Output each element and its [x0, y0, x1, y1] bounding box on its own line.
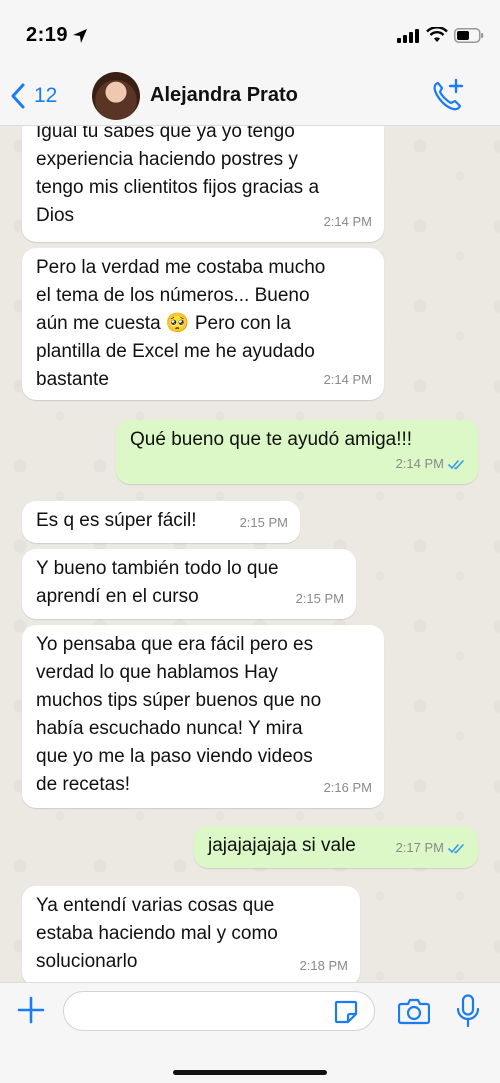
message-time: 2:16 PM [323, 780, 372, 795]
back-button[interactable]: 12 [10, 80, 57, 112]
message-text: Pero la verdad me costaba mucho el tema … [36, 257, 326, 390]
message-meta: 2:16 PM [324, 774, 372, 802]
message-time: 2:15 PM [239, 515, 288, 530]
message-bubble-outgoing[interactable]: jajajajajaja si vale 2:17 PM [194, 826, 478, 868]
message-meta: 2:14 PM [396, 450, 466, 478]
microphone-icon[interactable] [456, 994, 480, 1028]
double-check-icon [448, 459, 464, 469]
status-bar: 2:19 [0, 0, 500, 66]
signal-icon [397, 29, 419, 43]
contact-name[interactable]: Alejandra Prato [150, 84, 298, 107]
message-text: Yo pensaba que era fácil pero es verdad … [36, 634, 322, 795]
message-meta: 2:18 PM [300, 952, 348, 980]
unread-count: 12 [34, 84, 58, 107]
double-check-icon [448, 843, 464, 853]
message-bubble-incoming[interactable]: Y bueno también todo lo que aprendí en e… [22, 549, 356, 619]
message-meta: 2:17 PM [396, 834, 466, 862]
message-meta: 2:14 PM [324, 366, 372, 394]
add-call-icon[interactable] [430, 78, 466, 112]
message-bubble-outgoing[interactable]: Qué bueno que te ayudó amiga!!! 2:14 PM [116, 420, 478, 484]
message-text: Igual tu sabes que ya yo tengo experienc… [36, 126, 320, 226]
message-time: 2:14 PM [323, 372, 372, 387]
battery-icon [454, 28, 484, 43]
message-bubble-incoming[interactable]: Es q es súper fácil! 2:15 PM [22, 501, 300, 543]
camera-icon[interactable] [398, 997, 430, 1025]
chevron-left-icon [11, 83, 25, 109]
location-arrow-icon [73, 29, 87, 43]
wifi-icon [426, 27, 448, 42]
message-input[interactable] [63, 991, 375, 1031]
message-time: 2:14 PM [323, 214, 372, 229]
input-bar [0, 982, 500, 1083]
message-time: 2:14 PM [395, 456, 444, 471]
message-bubble-incoming[interactable]: Pero la verdad me costaba mucho el tema … [22, 248, 384, 400]
message-meta: 2:15 PM [240, 509, 288, 537]
message-time: 2:18 PM [299, 958, 348, 973]
message-bubble-incoming[interactable]: Yo pensaba que era fácil pero es verdad … [22, 625, 384, 808]
avatar[interactable] [92, 72, 140, 120]
status-time: 2:19 [26, 24, 69, 46]
message-meta: 2:14 PM [324, 208, 372, 236]
message-bubble-incoming[interactable]: Ya entendí varias cosas que estaba hacie… [22, 886, 360, 982]
chat-area[interactable]: Igual tu sabes que ya yo tengo experienc… [0, 126, 500, 982]
chat-header: 12 Alejandra Prato [0, 66, 500, 126]
message-meta: 2:15 PM [296, 585, 344, 613]
message-bubble-incoming[interactable]: Igual tu sabes que ya yo tengo experienc… [22, 126, 384, 242]
plus-icon[interactable] [16, 995, 46, 1025]
home-indicator [173, 1070, 327, 1075]
sticker-icon[interactable] [333, 999, 359, 1025]
message-time: 2:15 PM [295, 591, 344, 606]
message-time: 2:17 PM [395, 840, 444, 855]
